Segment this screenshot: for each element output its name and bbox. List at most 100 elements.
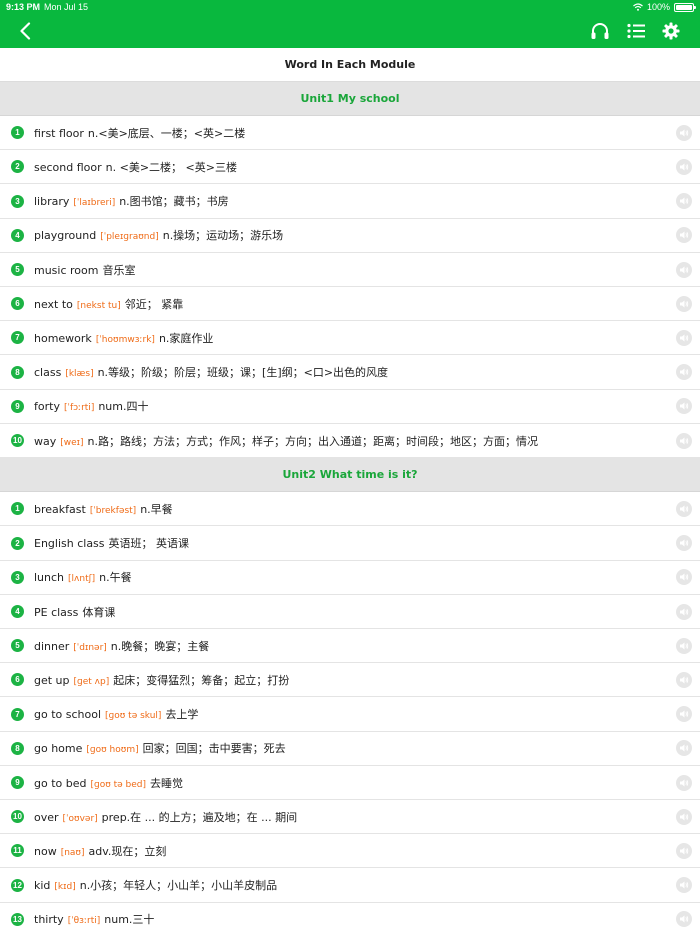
- word-text: English class: [34, 537, 105, 551]
- audio-button[interactable]: [589, 20, 611, 42]
- word-number-badge: 12: [11, 878, 24, 892]
- word-entry: library [ˈlaɪbreri] n.图书馆；藏书；书房: [34, 193, 666, 209]
- word-phonetic: [ɡoʊ tə bed]: [90, 779, 147, 790]
- word-phonetic: [ˈdɪnər]: [73, 642, 107, 653]
- word-row[interactable]: 8 class [klæs] n.等级；阶级；阶层；班级；课；[生]纲；<口>出色的风…: [0, 356, 700, 390]
- gear-icon: [662, 22, 680, 40]
- play-audio-button[interactable]: [676, 603, 692, 620]
- play-audio-button[interactable]: [676, 398, 692, 415]
- play-audio-button[interactable]: [676, 329, 692, 346]
- play-audio-button[interactable]: [676, 500, 692, 517]
- play-audio-button[interactable]: [676, 364, 692, 381]
- word-row[interactable]: 10 over [ˈoʊvər] prep.在 ... 的上方；遍及地；在 ... 期…: [0, 800, 700, 835]
- word-number-badge: 1: [11, 502, 24, 516]
- word-meaning: 起床；变得猛烈；筹备；起立；打扮: [113, 673, 290, 687]
- word-row[interactable]: 1 breakfast [ˈbrekfəst] n.早餐: [0, 492, 700, 527]
- word-row[interactable]: 3 lunch [lʌntʃ] n.午餐: [0, 561, 700, 595]
- word-meaning: prep.在 ... 的上方；遍及地；在 ... 期间: [101, 810, 298, 824]
- word-text: PE class: [34, 605, 79, 619]
- word-number-badge: 11: [11, 844, 24, 858]
- word-row[interactable]: 1 first floor n.<美>底层、一楼；<英>二楼: [0, 116, 700, 151]
- word-entry: go home [ɡoʊ hoʊm] 回家；回国；击中要害；死去: [34, 740, 666, 756]
- word-row[interactable]: 9 go to bed [ɡoʊ tə bed] 去睡觉: [0, 766, 700, 800]
- list-button[interactable]: [625, 20, 647, 42]
- word-row[interactable]: 2 English class 英语班； 英语课: [0, 527, 700, 561]
- word-row[interactable]: 11 now [naʊ] adv.现在；立刻: [0, 834, 700, 869]
- word-meaning: 体育课: [82, 605, 116, 619]
- play-audio-button[interactable]: [676, 706, 692, 723]
- word-entry: music room 音乐室: [34, 262, 666, 278]
- play-audio-button[interactable]: [676, 158, 692, 175]
- word-number-badge: 7: [11, 331, 24, 345]
- word-row[interactable]: 7 go to school [ɡoʊ tə skul] 去上学: [0, 698, 700, 732]
- word-row[interactable]: 5 music room 音乐室: [0, 253, 700, 287]
- play-audio-button[interactable]: [676, 124, 692, 141]
- word-entry: playground [ˈpleɪɡraʊnd] n.操场；运动场；游乐场: [34, 227, 666, 243]
- word-row[interactable]: 10 way [weɪ] n.路；路线；方法；方式；作风；样子；方向；出入通道；距离；…: [0, 424, 700, 458]
- play-audio-button[interactable]: [676, 774, 692, 791]
- play-audio-button[interactable]: [676, 261, 692, 278]
- word-meaning: n.操场；运动场；游乐场: [162, 229, 284, 243]
- word-meaning: n.早餐: [140, 502, 173, 516]
- play-audio-button[interactable]: [676, 637, 692, 654]
- word-text: music room: [34, 263, 99, 277]
- play-audio-button[interactable]: [676, 740, 692, 757]
- word-row[interactable]: 6 next to [nekst tu] 邻近； 紧靠: [0, 287, 700, 322]
- word-entry: thirty [ˈθɜːrti] num.三十: [34, 911, 666, 927]
- word-row[interactable]: 5 dinner [ˈdɪnər] n.晚餐；晚宴；主餐: [0, 629, 700, 664]
- play-audio-button[interactable]: [676, 569, 692, 586]
- speaker-icon: [680, 266, 689, 273]
- speaker-icon: [680, 676, 689, 684]
- speaker-icon: [680, 573, 689, 581]
- word-row[interactable]: 4 PE class 体育课: [0, 595, 700, 629]
- speaker-icon: [680, 163, 689, 171]
- word-entry: go to school [ɡoʊ tə skul] 去上学: [34, 706, 666, 722]
- wifi-icon: [633, 3, 643, 11]
- word-text: homework: [34, 331, 92, 345]
- word-text: class: [34, 366, 62, 380]
- chevron-left-icon: [20, 22, 31, 40]
- word-phonetic: [nekst tu]: [76, 300, 121, 311]
- word-row[interactable]: 4 playground [ˈpleɪɡraʊnd] n.操场；运动场；游乐场: [0, 219, 700, 253]
- speaker-icon: [680, 334, 689, 342]
- play-audio-button[interactable]: [676, 432, 692, 449]
- word-phonetic: [naʊ]: [60, 847, 85, 858]
- play-audio-button[interactable]: [676, 535, 692, 552]
- play-audio-button[interactable]: [676, 295, 692, 312]
- word-entry: class [klæs] n.等级；阶级；阶层；班级；课；[生]纲；<口>出色的风度: [34, 364, 666, 380]
- word-entry: now [naʊ] adv.现在；立刻: [34, 843, 666, 859]
- word-phonetic: [lʌntʃ]: [68, 574, 96, 585]
- play-audio-button[interactable]: [676, 227, 692, 244]
- word-phonetic: [ɡoʊ hoʊm]: [86, 745, 139, 756]
- word-row[interactable]: 6 get up [ɡet ʌp] 起床；变得猛烈；筹备；起立；打扮: [0, 663, 700, 698]
- page-title: Word In Each Module: [284, 58, 416, 71]
- word-row[interactable]: 9 forty [ˈfɔːrti] num.四十: [0, 390, 700, 424]
- play-audio-button[interactable]: [676, 842, 692, 859]
- play-audio-button[interactable]: [676, 193, 692, 210]
- play-audio-button[interactable]: [676, 808, 692, 825]
- word-entry: next to [nekst tu] 邻近； 紧靠: [34, 296, 666, 312]
- word-number-badge: 6: [11, 673, 24, 687]
- word-number-badge: 8: [11, 741, 24, 755]
- word-row[interactable]: 7 homework [ˈhoʊmwɜːrk] n.家庭作业: [0, 321, 700, 356]
- play-audio-button[interactable]: [676, 671, 692, 688]
- back-button[interactable]: [14, 20, 36, 42]
- word-number-badge: 3: [11, 570, 24, 584]
- word-meaning: n.<美>底层、一楼；<英>二楼: [87, 126, 246, 140]
- word-phonetic: [ˈhoʊmwɜːrk]: [95, 334, 155, 345]
- settings-button[interactable]: [660, 20, 682, 42]
- play-audio-button[interactable]: [676, 911, 692, 928]
- word-row[interactable]: 12 kid [kɪd] n.小孩；年轻人；小山羊；小山羊皮制品: [0, 869, 700, 903]
- word-number-badge: 2: [11, 160, 24, 174]
- word-entry: kid [kɪd] n.小孩；年轻人；小山羊；小山羊皮制品: [34, 877, 666, 893]
- speaker-icon: [680, 779, 689, 786]
- speaker-icon: [680, 300, 689, 308]
- word-entry: over [ˈoʊvər] prep.在 ... 的上方；遍及地；在 ... 期间: [34, 809, 666, 825]
- word-number-badge: 5: [11, 263, 24, 276]
- word-row[interactable]: 13 thirty [ˈθɜːrti] num.三十: [0, 903, 700, 934]
- word-row[interactable]: 2 second floor n. <美>二楼； <英>三楼: [0, 150, 700, 185]
- play-audio-button[interactable]: [676, 877, 692, 894]
- word-row[interactable]: 3 library [ˈlaɪbreri] n.图书馆；藏书；书房: [0, 185, 700, 219]
- word-text: go to school: [34, 708, 102, 722]
- word-row[interactable]: 8 go home [ɡoʊ hoʊm] 回家；回国；击中要害；死去: [0, 732, 700, 766]
